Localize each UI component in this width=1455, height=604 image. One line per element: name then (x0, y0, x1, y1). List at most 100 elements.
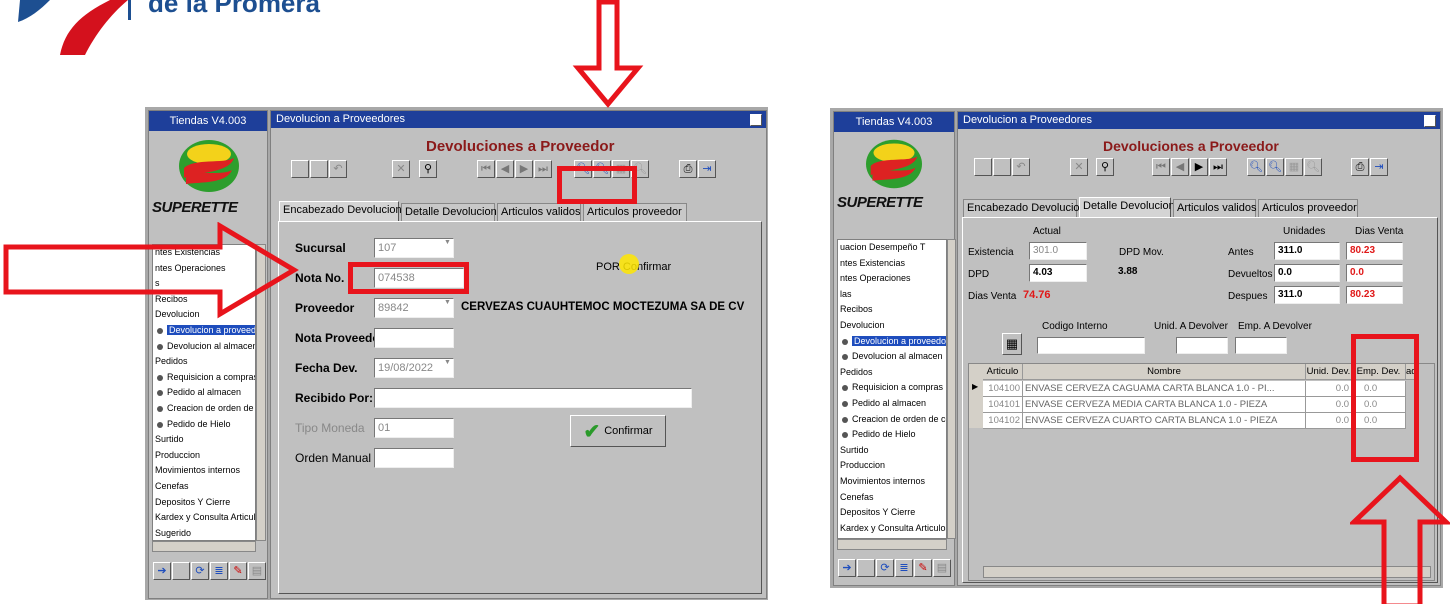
minimize-button[interactable] (750, 114, 762, 126)
undo-icon[interactable]: ↶ (1012, 158, 1030, 176)
sucursal-field[interactable]: 107 (374, 238, 454, 258)
first-record-icon[interactable]: ⏮ (477, 160, 495, 178)
next-record-icon[interactable]: ▶ (515, 160, 533, 178)
menu-item[interactable]: Movimientos internos (838, 474, 946, 490)
binoculars-icon[interactable]: ⚲ (419, 160, 437, 178)
menu-item[interactable]: Pedido de Hielo (153, 417, 255, 433)
menu-item[interactable]: ntes Existencias (838, 256, 946, 272)
grid-column-header[interactable]: Unid. Dev. (1306, 364, 1352, 380)
edit-icon[interactable]: ✎ (229, 562, 247, 580)
grid-cell[interactable]: 0.0 (1306, 397, 1352, 413)
forward-arrow-icon[interactable]: ➔ (153, 562, 171, 580)
nota-proveedor-field[interactable] (374, 328, 454, 348)
first-record-icon[interactable]: ⏮ (1152, 158, 1170, 176)
menu-item[interactable]: Kardex y Consulta Articulos (838, 521, 946, 537)
menu-item[interactable]: uacion Desempeño T (838, 240, 946, 256)
proveedor-field[interactable]: 89842 (374, 298, 454, 318)
menu-item[interactable]: Devolucion a proveedor (153, 323, 255, 339)
dropdown-arrow-icon[interactable]: ▼ (444, 239, 454, 257)
list-icon[interactable]: ≣ (895, 559, 913, 577)
calculator-icon[interactable]: ▦ (1002, 333, 1022, 355)
undo-icon[interactable]: ↶ (329, 160, 347, 178)
grid-cell[interactable]: 0.0 (1306, 413, 1352, 429)
menu-item[interactable]: Depositos Y Cierre (153, 495, 255, 511)
grid-cell[interactable]: 104101 (983, 397, 1023, 413)
dropdown-arrow-icon[interactable]: ▼ (444, 359, 454, 377)
menu-item[interactable]: Cenefas (838, 490, 946, 506)
next-record-icon[interactable]: ▶ (1190, 158, 1208, 176)
print-icon[interactable]: ▤ (933, 559, 951, 577)
grid-cell[interactable]: ENVASE CERVEZA MEDIA CARTA BLANCA 1.0 - … (1023, 397, 1306, 413)
delete-icon[interactable]: ✕ (392, 160, 410, 178)
menu-item[interactable]: Depositos Y Cierre (838, 505, 946, 521)
list-icon[interactable]: ≣ (210, 562, 228, 580)
menu-item[interactable]: Devolucion (838, 318, 946, 334)
tab-articulos-validos[interactable]: Articulos validos (1173, 199, 1256, 217)
menu-scrollbar[interactable] (947, 239, 956, 539)
tree-icon[interactable] (172, 562, 190, 580)
codigo-interno-field[interactable] (1037, 337, 1145, 354)
grid-cell[interactable]: 104100 (983, 381, 1023, 397)
menu-item[interactable]: Pedido al almacen (838, 396, 946, 412)
recibido-field[interactable] (374, 388, 692, 408)
menu-item[interactable]: Devolucion al almacen (153, 339, 255, 355)
forward-arrow-icon[interactable]: ➔ (838, 559, 856, 577)
tree-icon[interactable] (857, 559, 875, 577)
delete-icon[interactable]: ✕ (1070, 158, 1088, 176)
menu-item[interactable]: Devolucion a proveedor (838, 334, 946, 350)
print-icon[interactable]: ▤ (248, 562, 266, 580)
tab-encabezado-devolucion[interactable]: Encabezado Devolucion (963, 199, 1086, 217)
emp-devolver-field[interactable] (1235, 337, 1287, 354)
menu-item[interactable]: Pedido al almacen (153, 385, 255, 401)
menu-item[interactable]: Creacion de orden de cor (838, 412, 946, 428)
confirm-button[interactable]: ✔ Confirmar (570, 415, 666, 447)
grid-cell[interactable]: 0.0 (1306, 381, 1352, 397)
new-doc-icon[interactable] (974, 158, 992, 176)
menu-item[interactable]: Pedidos (838, 365, 946, 381)
query-execute-icon[interactable]: 🔍︎ (1266, 158, 1284, 176)
menu-item[interactable]: Produccion (153, 448, 255, 464)
tab-encabezado-devolucion[interactable]: Encabezado Devolucion (279, 201, 402, 221)
table-row[interactable]: 104101 ENVASE CERVEZA MEDIA CARTA BLANCA … (983, 397, 1406, 413)
tab-articulos-proveedor[interactable]: Articulos proveedor (583, 203, 687, 221)
menu-hscrollbar[interactable] (837, 539, 947, 550)
dropdown-arrow-icon[interactable]: ▼ (444, 299, 454, 317)
navigation-menu[interactable]: uacion Desempeño T ntes Existencias ntes O… (837, 239, 947, 539)
menu-item[interactable]: ntes Operaciones (838, 271, 946, 287)
binoculars-icon[interactable]: ⚲ (1096, 158, 1114, 176)
minimize-button[interactable] (1424, 115, 1436, 127)
menu-item[interactable]: Cenefas (153, 479, 255, 495)
grid-cell[interactable]: ENVASE CERVEZA CUARTO CARTA BLANCA 1.0 -… (1023, 413, 1306, 429)
grid-cell[interactable]: ENVASE CERVEZA CAGUAMA CARTA BLANCA 1.0 … (1023, 381, 1306, 397)
grid-cell[interactable]: 104102 (983, 413, 1023, 429)
menu-item[interactable]: Movimientos internos (153, 463, 255, 479)
menu-item[interactable]: Produccion (838, 458, 946, 474)
save-icon[interactable] (310, 160, 328, 178)
menu-item[interactable]: Kardex y Consulta Articulos (153, 510, 255, 526)
menu-item[interactable]: Sugerido (153, 526, 255, 540)
query-cancel-icon[interactable]: 🔍︎ (1304, 158, 1322, 176)
menu-item[interactable]: Requisicion a compras (153, 370, 255, 386)
menu-item[interactable]: Creacion de orden de co (153, 401, 255, 417)
unid-devolver-field[interactable] (1176, 337, 1228, 354)
printer-icon[interactable]: ⎙ (679, 160, 697, 178)
orden-field[interactable] (374, 448, 454, 468)
menu-hscrollbar[interactable] (152, 541, 256, 552)
table-row[interactable]: 104100 ENVASE CERVEZA CAGUAMA CARTA BLANC… (983, 381, 1406, 397)
tab-detalle-devolucion[interactable]: Detalle Devolucion (1079, 197, 1175, 217)
menu-item[interactable]: las (838, 287, 946, 303)
moneda-field[interactable]: 01 (374, 418, 454, 438)
prev-record-icon[interactable]: ◀ (496, 160, 514, 178)
menu-item[interactable]: Surtido (838, 443, 946, 459)
table-row[interactable]: 104102 ENVASE CERVEZA CUARTO CARTA BLANCA… (983, 413, 1406, 429)
menu-item[interactable]: Pedido de Hielo (838, 427, 946, 443)
menu-item[interactable]: Requisicion a compras (838, 380, 946, 396)
refresh-icon[interactable]: ⟳ (876, 559, 894, 577)
query-count-icon[interactable]: ▦ (1285, 158, 1303, 176)
fecha-field[interactable]: 19/08/2022 (374, 358, 454, 378)
exit-door-icon[interactable]: ⇥ (1370, 158, 1388, 176)
prev-record-icon[interactable]: ◀ (1171, 158, 1189, 176)
menu-item[interactable]: Devolucion al almacen (838, 349, 946, 365)
exit-door-icon[interactable]: ⇥ (698, 160, 716, 178)
new-doc-icon[interactable] (291, 160, 309, 178)
